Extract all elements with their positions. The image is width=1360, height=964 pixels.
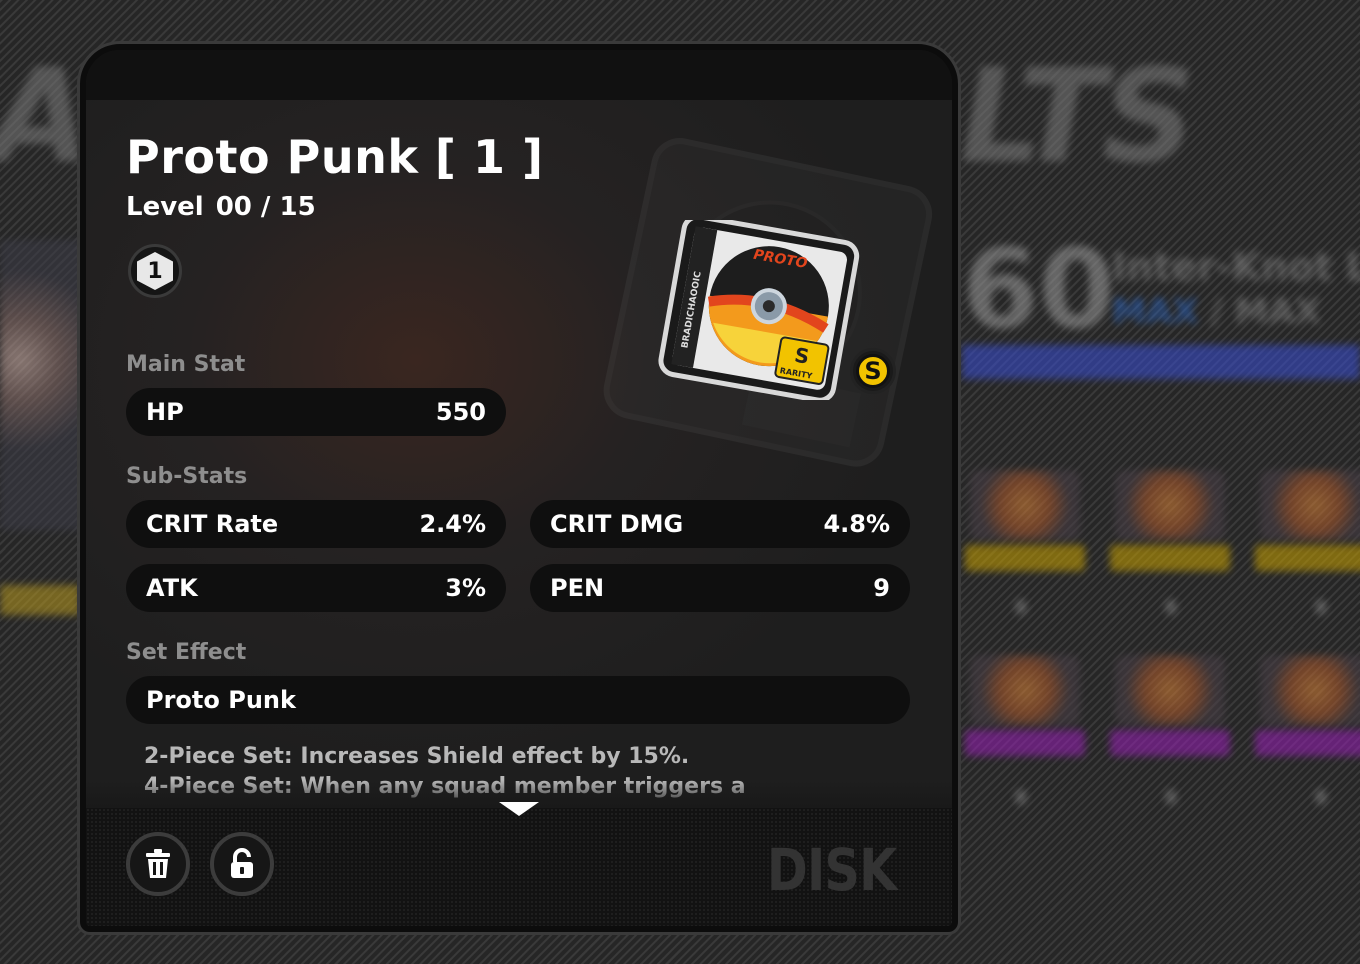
background-max-label: MAX / MAX (1112, 292, 1321, 332)
agent-portrait (0, 240, 90, 530)
sub-stat-name: CRIT DMG (550, 510, 684, 538)
background-slot-rarity-bar (965, 545, 1085, 571)
panel-body[interactable]: Proto Punk [ 1 ] Level 00 / 15 1 BRADICHA… (86, 100, 952, 808)
rank-hex-icon: 1 (137, 252, 173, 290)
background-dot (1316, 790, 1326, 804)
background-disk-slot (970, 655, 1080, 725)
sub-stat-row: PEN 9 (530, 564, 910, 612)
main-stat-row: HP 550 (126, 388, 506, 436)
main-stat-name: HP (146, 398, 184, 426)
background-title-left: A (0, 40, 91, 192)
disk-category-tag: DISK (766, 836, 896, 904)
main-stat-label: Main Stat (126, 352, 246, 377)
disk-art-icon: BRADICHAOOIC PROTO S RARITY (658, 220, 860, 400)
sub-stat-name: CRIT Rate (146, 510, 279, 538)
background-badge (0, 585, 80, 615)
rarity-letter: S (856, 354, 890, 388)
lock-toggle-button[interactable] (210, 832, 274, 896)
background-disk-slot (1115, 470, 1225, 540)
chevron-down-icon[interactable] (499, 802, 539, 816)
background-level-value: 60 (962, 225, 1116, 353)
disk-detail-panel: Proto Punk [ 1 ] Level 00 / 15 1 BRADICHA… (80, 44, 958, 932)
background-exp-bar (962, 345, 1360, 379)
trash-icon (146, 849, 170, 878)
background-disk-slot (1115, 655, 1225, 725)
sub-stat-value: 3% (445, 574, 486, 602)
background-dot (1166, 600, 1176, 614)
delete-button[interactable] (126, 832, 190, 896)
sub-stat-row: CRIT DMG 4.8% (530, 500, 910, 548)
rarity-badge: S (850, 348, 896, 394)
disk-rank-number: 1 (147, 258, 163, 284)
set-effect-line-2pc: 2-Piece Set: Increases Shield effect by … (144, 744, 690, 769)
background-dot (1316, 600, 1326, 614)
background-dot (1016, 790, 1026, 804)
unlock-icon (231, 848, 253, 878)
background-title-right: LTS (960, 40, 1196, 192)
disk-rank-badge: 1 (128, 244, 182, 298)
set-effect-name: Proto Punk (146, 686, 296, 714)
panel-footer: DISK (86, 808, 952, 926)
disk-level-value: 00 / 15 (215, 192, 316, 222)
background-disk-slot (970, 470, 1080, 540)
disk-title: Proto Punk [ 1 ] (126, 130, 544, 184)
background-slot-rarity-bar (1110, 545, 1230, 571)
main-stat-value: 550 (435, 398, 486, 426)
set-effect-label: Set Effect (126, 640, 247, 665)
sub-stat-name: PEN (550, 574, 605, 602)
panel-header-bar (86, 50, 952, 100)
sub-stat-row: CRIT Rate 2.4% (126, 500, 506, 548)
background-slot-rarity-bar (1255, 730, 1360, 756)
background-max-right: / MAX (1198, 292, 1321, 332)
sub-stat-value: 4.8% (823, 510, 890, 538)
background-dot (1016, 600, 1026, 614)
background-slot-rarity-bar (1110, 730, 1230, 756)
background-dot (1166, 790, 1176, 804)
background-max-left: MAX (1112, 292, 1199, 332)
background-level-label: Inter-Knot Le (1112, 245, 1360, 289)
background-disk-slot (1260, 655, 1360, 725)
disk-level: Level 00 / 15 (126, 192, 328, 222)
background-slot-rarity-bar (965, 730, 1085, 756)
sub-stat-value: 9 (873, 574, 890, 602)
sub-stat-value: 2.4% (419, 510, 486, 538)
sub-stats-label: Sub-Stats (126, 464, 248, 489)
sub-stat-row: ATK 3% (126, 564, 506, 612)
background-slot-rarity-bar (1255, 545, 1360, 571)
sub-stat-name: ATK (146, 574, 198, 602)
background-disk-slot (1260, 470, 1360, 540)
set-effect-name-row: Proto Punk (126, 676, 910, 724)
disk-level-label: Level (126, 192, 204, 222)
